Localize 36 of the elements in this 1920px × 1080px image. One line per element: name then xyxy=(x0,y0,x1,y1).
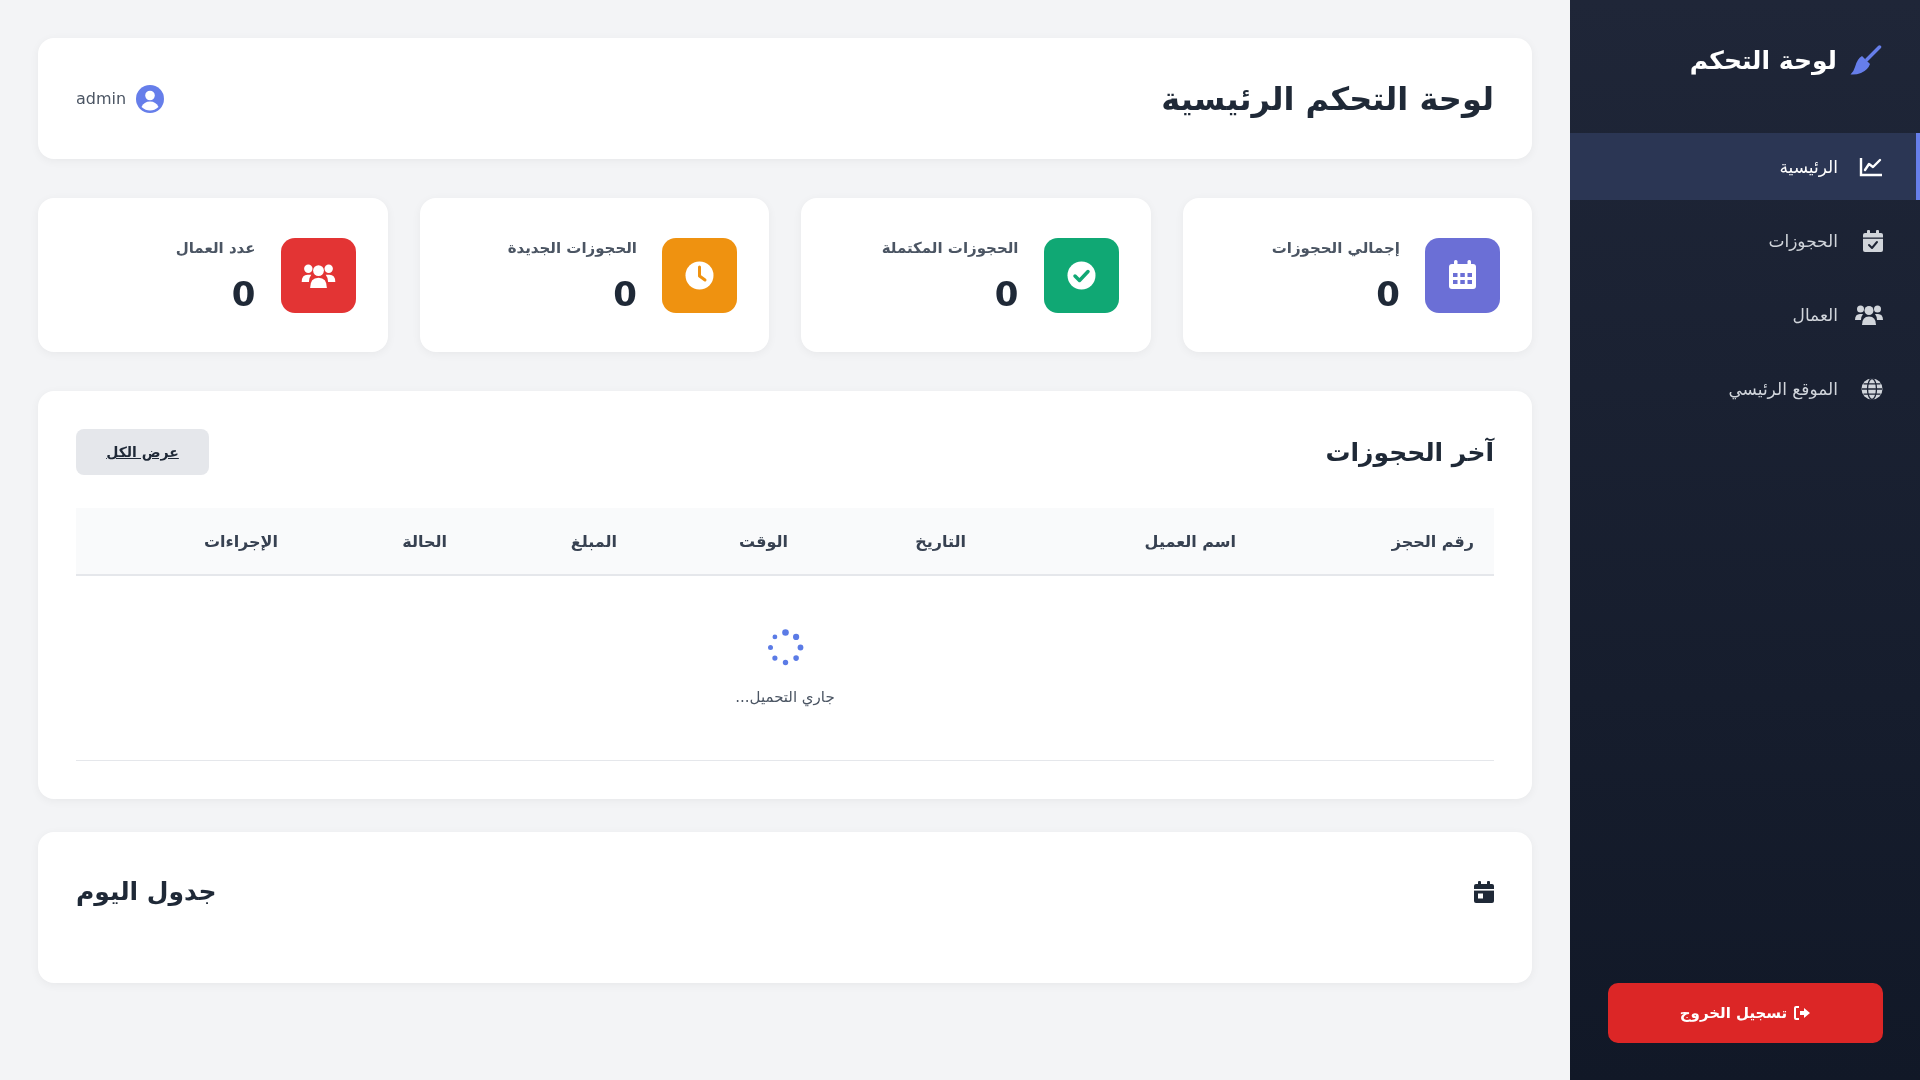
nav-item[interactable]: الحجوزات xyxy=(1570,207,1920,274)
nav-item[interactable]: الرئيسية xyxy=(1570,133,1920,200)
stat-label: إجمالي الحجوزات xyxy=(1271,239,1400,257)
stat-value: 0 xyxy=(1376,277,1400,311)
globe-icon xyxy=(1861,377,1883,400)
loading-spinner-icon xyxy=(766,629,804,667)
user-circle-icon xyxy=(136,84,165,113)
column-header: التاريخ xyxy=(808,508,986,575)
stat-label: عدد العمال xyxy=(175,239,256,257)
section-title: جدول اليوم xyxy=(76,877,217,906)
column-header: الحالة xyxy=(298,508,467,575)
user-name: admin xyxy=(76,89,127,108)
stat-label: الحجوزات المكتملة xyxy=(881,239,1019,257)
sidebar-title: لوحة التحكم xyxy=(1689,45,1837,75)
logout-button[interactable]: تسجيل الخروج xyxy=(1608,983,1883,1043)
calendar-check-icon xyxy=(1863,229,1883,252)
calendar-icon xyxy=(1474,880,1494,903)
brush-icon xyxy=(1850,45,1882,75)
nav-item[interactable]: العمال xyxy=(1570,281,1920,348)
loading-text: جاري التحميل... xyxy=(735,688,835,707)
view-all-button[interactable]: عرض الكل xyxy=(76,429,209,475)
stat-label: الحجوزات الجديدة xyxy=(507,239,637,257)
stat-value: 0 xyxy=(994,277,1019,311)
logout-icon xyxy=(1793,1005,1812,1021)
nav-item[interactable]: الموقع الرئيسي xyxy=(1570,355,1920,422)
page-title: لوحة التحكم الرئيسية xyxy=(1161,79,1494,118)
stat-value: 0 xyxy=(231,277,256,311)
section-title: آخر الحجوزات xyxy=(1325,437,1494,467)
chart-line-icon xyxy=(1859,156,1883,177)
column-header: الوقت xyxy=(637,508,808,575)
column-header: المبلغ xyxy=(467,508,637,575)
column-header: رقم الحجز xyxy=(1256,508,1494,575)
stat-value: 0 xyxy=(613,277,637,311)
column-header: اسم العميل xyxy=(986,508,1256,575)
column-header: الإجراءات xyxy=(76,508,298,575)
users-icon xyxy=(1855,304,1883,325)
